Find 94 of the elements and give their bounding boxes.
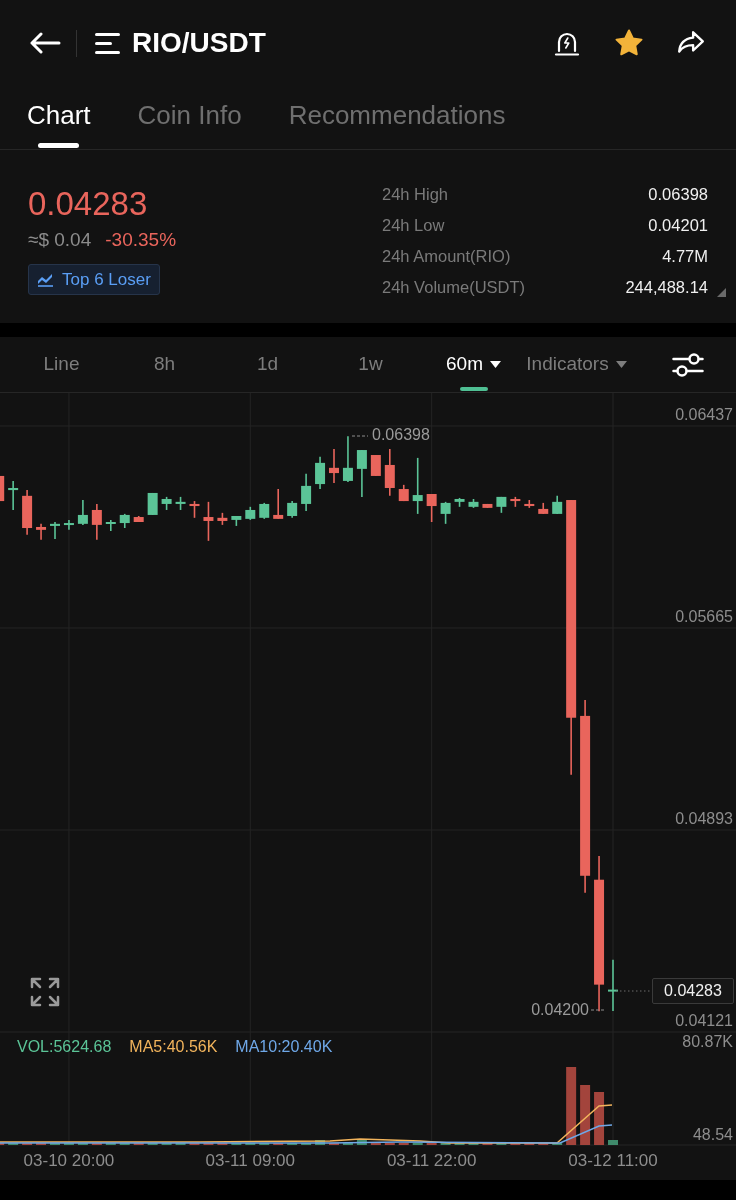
candlestick <box>91 503 102 541</box>
stat-value: 0.04201 <box>648 215 708 237</box>
last-price-tag: 0.04283 <box>652 978 734 1004</box>
corner-triangle-icon[interactable] <box>717 288 726 297</box>
candlestick <box>426 493 437 523</box>
leader-line <box>590 1009 607 1011</box>
candlestick <box>50 521 60 540</box>
candlestick <box>189 500 200 519</box>
chart-trend-icon <box>37 272 54 287</box>
tab[interactable]: Recommendations <box>288 86 506 149</box>
candlestick <box>412 457 423 515</box>
stat-label: 24h Volume(USDT) <box>382 277 526 299</box>
candlestick <box>440 501 451 525</box>
interval-tab[interactable]: Indicators <box>525 337 628 392</box>
candlestick <box>259 502 270 520</box>
candlestick <box>217 512 228 526</box>
candlestick <box>482 503 493 509</box>
price-axis-label: 0.04121 <box>675 1011 733 1031</box>
price-axis-label: 0.04893 <box>675 809 733 829</box>
volume-bar <box>608 1140 618 1145</box>
volume-legend-label: MA10:20.40K <box>235 1037 333 1057</box>
volume-axis-label: 80.87K <box>682 1032 733 1052</box>
interval-tab[interactable]: Line <box>10 337 113 392</box>
volume-bar <box>580 1085 591 1145</box>
candlestick <box>8 480 19 511</box>
candlestick <box>63 519 74 531</box>
high-price-label: 0.06398 <box>372 425 430 445</box>
time-axis-label: 03-11 22:00 <box>385 1150 478 1172</box>
expand-icon <box>30 977 60 1007</box>
candlestick <box>301 473 312 512</box>
tab[interactable]: Chart <box>27 86 91 149</box>
ranking-badge[interactable]: Top 6 Loser <box>28 264 160 295</box>
candlestick <box>454 497 465 508</box>
candlestick <box>552 495 563 515</box>
price-axis-label: 0.05665 <box>675 606 733 627</box>
leader-line <box>615 990 652 992</box>
volume-legend-label: MA5:40.56K <box>129 1037 218 1057</box>
time-axis-label: 03-11 09:00 <box>204 1150 297 1172</box>
leader-line <box>351 435 369 437</box>
interval-tab[interactable]: 1w <box>319 337 422 392</box>
stat-label: 24h Amount(RIO) <box>382 246 511 268</box>
candlestick <box>524 499 535 509</box>
fullscreen-button[interactable] <box>30 977 60 1007</box>
candlestick <box>133 515 144 523</box>
candlestick <box>315 456 326 490</box>
candlestick <box>147 492 158 516</box>
candlestick <box>468 498 479 509</box>
candlestick <box>510 496 521 508</box>
volume-axis-label: 48.54 <box>692 1125 733 1145</box>
candlestick <box>496 496 507 514</box>
candlestick <box>36 523 47 541</box>
time-axis-label: 03-10 20:00 <box>22 1150 116 1172</box>
low-price-label: 0.04200 <box>531 1000 589 1020</box>
candlestick <box>370 454 381 477</box>
volume-bar <box>356 1140 367 1145</box>
fiat-price: ≈$ 0.04 <box>28 229 92 251</box>
stat-label: 24h High <box>382 184 449 206</box>
candlestick <box>161 496 172 511</box>
price-change: -30.35% <box>105 229 177 251</box>
tab[interactable]: Coin Info <box>137 86 242 149</box>
candlestick <box>0 475 5 502</box>
candlestick <box>273 488 284 520</box>
candlestick <box>245 506 256 521</box>
candlestick <box>175 496 186 511</box>
interval-tab[interactable]: 60m <box>422 337 525 392</box>
candlestick <box>287 500 298 519</box>
stat-label: 24h Low <box>382 215 445 237</box>
settings-sliders-icon <box>672 352 704 377</box>
candlestick <box>608 959 618 1012</box>
candlestick <box>329 448 339 484</box>
stat-value: 0.06398 <box>648 184 708 206</box>
candlestick <box>342 435 353 483</box>
candlestick <box>538 502 549 515</box>
candlestick <box>384 448 395 497</box>
candlestick <box>77 499 88 526</box>
back-arrow-icon <box>29 32 61 54</box>
stat-value: 244,488.14 <box>625 277 708 299</box>
candlestick <box>105 519 116 532</box>
volume-bar <box>594 1092 605 1145</box>
candlestick <box>203 501 214 542</box>
price-axis-label: 0.06437 <box>675 404 733 425</box>
last-price: 0.04283 <box>28 187 148 221</box>
candlestick <box>398 484 409 502</box>
candlestick <box>231 515 242 527</box>
candlestick <box>22 489 33 536</box>
candlestick <box>119 513 130 529</box>
interval-tab[interactable]: 8h <box>113 337 216 392</box>
interval-tab[interactable]: 1d <box>216 337 319 392</box>
volume-legend-label: VOL:5624.68 <box>17 1037 112 1057</box>
candlestick <box>356 449 367 498</box>
pair-selector[interactable]: RIO/USDT <box>95 29 266 57</box>
stat-value: 4.77M <box>662 246 708 268</box>
menu-icon <box>95 32 120 54</box>
time-axis-label: 03-12 11:00 <box>567 1150 659 1172</box>
